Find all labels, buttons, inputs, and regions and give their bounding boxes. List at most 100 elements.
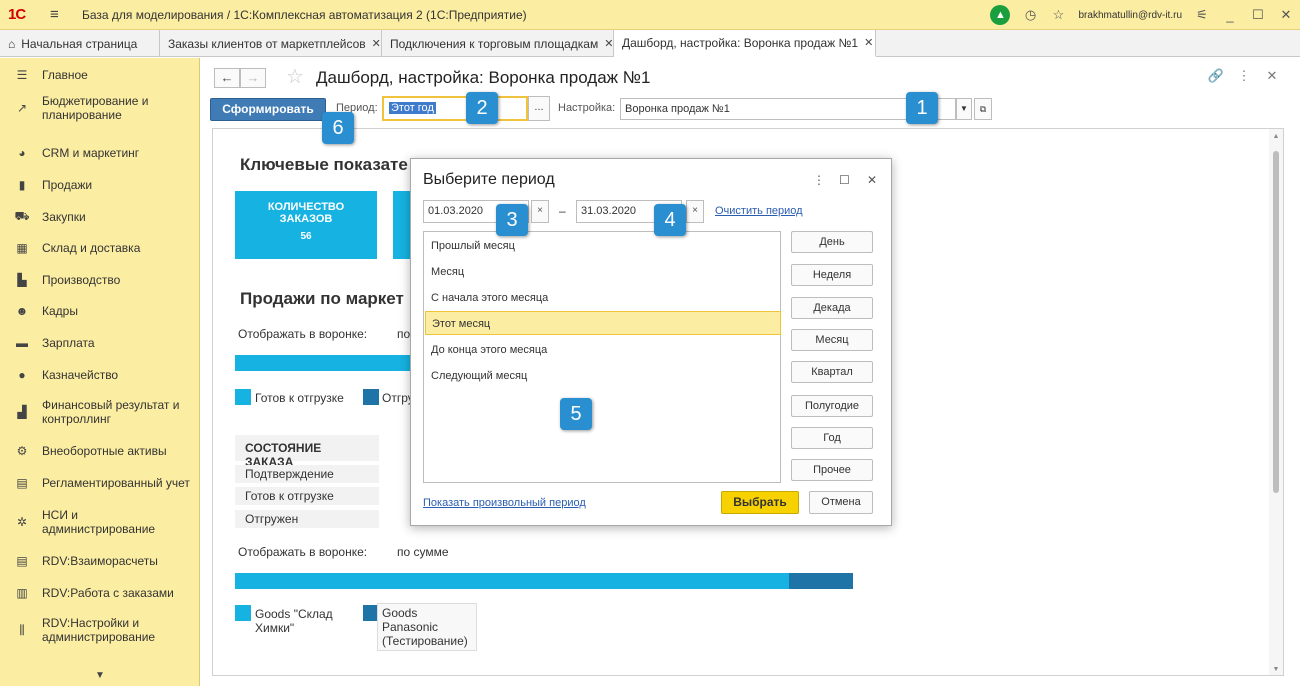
sidebar-item-production[interactable]: ▙ Производство: [0, 271, 200, 289]
other-button[interactable]: Прочее: [791, 459, 873, 481]
favorite-star-icon[interactable]: ☆: [286, 64, 304, 89]
close-form-icon[interactable]: ✕: [1258, 68, 1286, 84]
dialog-more-icon[interactable]: ⋮: [813, 173, 825, 187]
custom-period-link[interactable]: Показать произвольный период: [423, 497, 586, 509]
close-tab-icon[interactable]: ✕: [372, 37, 381, 50]
sidebar-item-label: RDV:Работа с заказами: [42, 586, 174, 600]
list-item[interactable]: Прошлый месяц: [425, 234, 781, 258]
close-tab-icon[interactable]: ✕: [864, 36, 873, 49]
list-item[interactable]: С начала этого месяца: [425, 286, 781, 310]
kpi-card-orders: КОЛИЧЕСТВО ЗАКАЗОВ 56: [235, 191, 377, 259]
sidebar-item-salary[interactable]: ▬ Зарплата: [0, 334, 200, 352]
main-menu-icon[interactable]: ≡: [50, 6, 59, 23]
chevron-down-icon[interactable]: ▼: [956, 98, 972, 120]
sidebar-item-label: НСИ и администрирование: [42, 508, 156, 536]
scroll-down-icon[interactable]: ▼: [1269, 666, 1283, 673]
more-icon[interactable]: ⋮: [1230, 68, 1258, 84]
tab-home[interactable]: ⌂ Начальная страница: [0, 30, 160, 57]
list-item-selected[interactable]: Этот месяц: [425, 311, 781, 335]
window-title: База для моделирования / 1С:Комплексная …: [82, 8, 527, 22]
list-item[interactable]: До конца этого месяца: [425, 338, 781, 362]
page-title: Дашборд, настройка: Воронка продаж №1: [316, 68, 651, 87]
table-row: Подтверждение: [235, 465, 379, 483]
tab-label: Начальная страница: [21, 36, 138, 51]
sidebar-item-label: Кадры: [42, 304, 78, 318]
sidebar-item-label: RDV:Настройки и администрирование: [42, 616, 156, 644]
sidebar-item-label: Закупки: [42, 210, 86, 224]
sidebar-item-crm[interactable]: ◕ CRM и маркетинг: [0, 144, 200, 162]
select-button[interactable]: Выбрать: [721, 491, 799, 514]
sidebar-item-rdv-settings[interactable]: ⫼ RDV:Настройки и администрирование: [0, 614, 200, 646]
sidebar-item-finance[interactable]: ▟ Финансовый результат и контроллинг: [0, 396, 200, 428]
tab-dashboard[interactable]: Дашборд, настройка: Воронка продаж №1 ✕: [614, 30, 876, 57]
report-scrollbar[interactable]: ▲ ▼: [1269, 129, 1283, 675]
callout-5: 5: [560, 398, 592, 430]
sidebar-item-hr[interactable]: ☻ Кадры: [0, 302, 200, 320]
cancel-button[interactable]: Отмена: [809, 491, 873, 514]
sidebar-item-warehouse[interactable]: ▦ Склад и доставка: [0, 239, 200, 257]
budget-icon: ↗: [16, 101, 28, 115]
forward-button[interactable]: →: [240, 68, 266, 88]
scroll-up-icon[interactable]: ▲: [1269, 133, 1283, 140]
callout-4: 4: [654, 204, 686, 236]
sidebar-item-treasury[interactable]: ● Казначейство: [0, 366, 200, 384]
clear-period-link[interactable]: Очистить период: [715, 205, 803, 217]
close-window-icon[interactable]: ✕: [1274, 7, 1298, 23]
sidebar-item-main[interactable]: ☰ Главное: [0, 66, 200, 84]
notifications-icon[interactable]: ▲: [990, 5, 1011, 25]
maximize-icon[interactable]: ☐: [1246, 7, 1270, 23]
funnel-value-2: по сумме: [397, 545, 449, 559]
funnel-value: по: [397, 327, 411, 341]
sidebar-item-assets[interactable]: ⚙ Внеоборотные активы: [0, 442, 200, 460]
sidebar-item-label: Зарплата: [42, 336, 95, 350]
dialog-title: Выберите период: [423, 171, 555, 188]
chart-icon: ▟: [17, 405, 27, 419]
quarter-button[interactable]: Квартал: [791, 361, 873, 383]
day-button[interactable]: День: [791, 231, 873, 253]
sidebar-item-rdv-orders[interactable]: ▥ RDV:Работа с заказами: [0, 584, 200, 602]
dialog-maximize-icon[interactable]: ☐: [839, 173, 850, 187]
open-icon[interactable]: ⧉: [974, 98, 992, 120]
clear-date-from-icon[interactable]: ×: [531, 200, 549, 223]
form-controls: 🔗 ⋮ ✕: [1202, 68, 1286, 84]
tab-trading-platforms[interactable]: Подключения к торговым площадкам ✕: [382, 30, 614, 57]
settings-menu-icon[interactable]: ⚟: [1190, 7, 1214, 23]
link-icon[interactable]: 🔗: [1202, 68, 1230, 84]
sidebar-item-purchases[interactable]: ⛟ Закупки: [0, 208, 200, 226]
scroll-thumb[interactable]: [1273, 151, 1279, 493]
kpi-card-label-2: ЗАКАЗОВ: [279, 213, 333, 225]
back-button[interactable]: ←: [214, 68, 240, 88]
title-bar: 1С ≡ База для моделирования / 1С:Комплек…: [0, 0, 1300, 30]
favorites-icon[interactable]: ☆: [1046, 7, 1070, 23]
sidebar-item-label: Внеоборотные активы: [42, 444, 167, 458]
legend-swatch-ready: [235, 389, 251, 405]
month-button[interactable]: Месяц: [791, 329, 873, 351]
sidebar-item-regulated[interactable]: ▤ Регламентированный учет: [0, 474, 200, 492]
clear-date-to-icon[interactable]: ×: [686, 200, 704, 223]
sidebar-item-budgeting[interactable]: ↗ Бюджетирование и планирование: [0, 92, 200, 124]
halfyear-button[interactable]: Полугодие: [791, 395, 873, 417]
week-button[interactable]: Неделя: [791, 264, 873, 286]
tab-marketplace-orders[interactable]: Заказы клиентов от маркетплейсов ✕: [160, 30, 382, 57]
sidebar-item-sales[interactable]: ▮ Продажи: [0, 176, 200, 194]
list-item[interactable]: Месяц: [425, 260, 781, 284]
sidebar-item-label: Склад и доставка: [42, 241, 141, 255]
sidebar-item-admin[interactable]: ✲ НСИ и администрирование: [0, 506, 200, 538]
user-name[interactable]: brakhmatullin@rdv-it.ru: [1078, 10, 1182, 21]
dialog-close-icon[interactable]: ✕: [867, 173, 877, 187]
callout-1: 1: [906, 92, 938, 124]
minimize-icon[interactable]: _: [1218, 8, 1242, 23]
list-item[interactable]: Следующий месяц: [425, 364, 781, 388]
decade-button[interactable]: Декада: [791, 297, 873, 319]
sidebar-item-label: Главное: [42, 68, 88, 82]
factory-icon: ▙: [17, 273, 27, 287]
close-tab-icon[interactable]: ✕: [604, 37, 613, 50]
kpi-title: Ключевые показате: [240, 155, 408, 174]
period-input[interactable]: Этот год: [382, 96, 528, 121]
generate-button[interactable]: Сформировать: [210, 98, 326, 121]
year-button[interactable]: Год: [791, 427, 873, 449]
period-select-button[interactable]: ...: [528, 96, 550, 121]
sidebar-scroll-down-icon[interactable]: ▼: [0, 670, 200, 686]
sidebar-item-rdv-settlements[interactable]: ▤ RDV:Взаиморасчеты: [0, 552, 200, 570]
history-icon[interactable]: ◷: [1018, 7, 1042, 23]
